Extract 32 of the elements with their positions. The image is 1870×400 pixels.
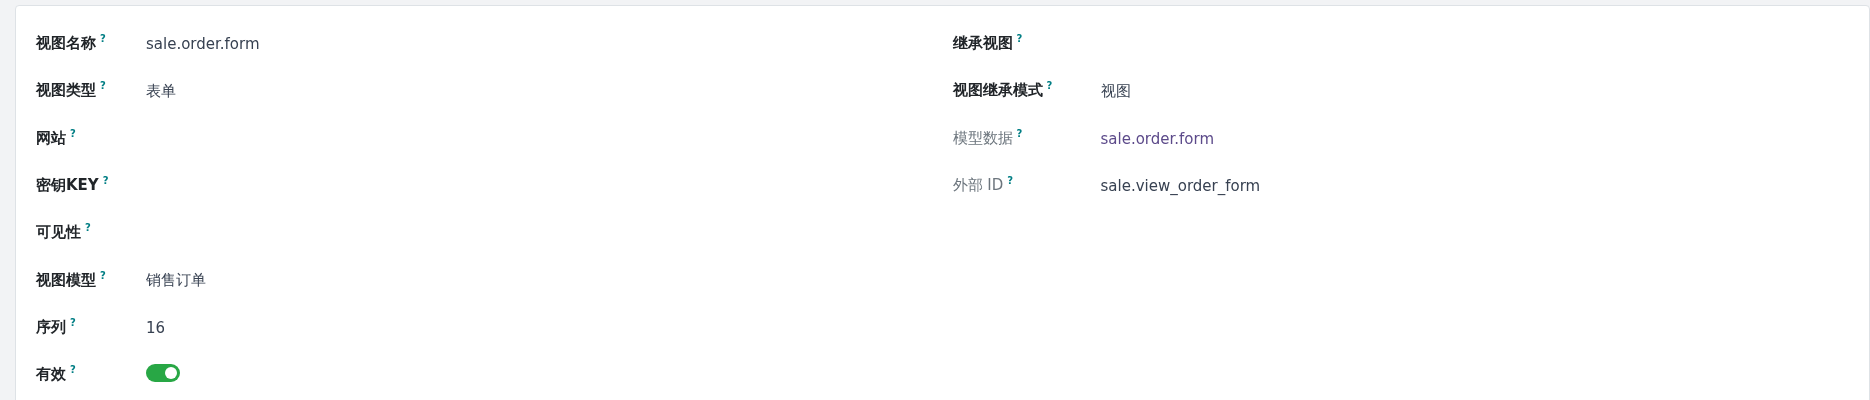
field-label: 密钥KEY xyxy=(36,176,99,196)
link[interactable]: sale.order.form xyxy=(1100,129,1215,148)
field-value: sale.view_order_form xyxy=(1100,177,1261,196)
help-tooltip[interactable]: ? xyxy=(85,223,91,234)
toggle-switch[interactable] xyxy=(146,363,180,382)
help-tooltip[interactable]: ? xyxy=(1016,128,1023,139)
help-tooltip[interactable]: ? xyxy=(1046,81,1053,92)
help-tooltip[interactable]: ? xyxy=(100,270,106,281)
field-value: sale.order.form xyxy=(146,35,260,54)
help-tooltip[interactable]: ? xyxy=(1007,176,1014,187)
help-tooltip[interactable]: ? xyxy=(102,176,109,187)
field-value: 16 xyxy=(146,318,166,337)
field-label: 视图继承模式 xyxy=(952,81,1043,101)
help-tooltip[interactable]: ? xyxy=(100,34,106,45)
field-label: 序列 xyxy=(36,317,66,337)
field-value: 表单 xyxy=(146,81,176,100)
field-label: 有效 xyxy=(36,365,66,385)
field-label: 视图名称 xyxy=(36,34,96,54)
field-label: 可见性 xyxy=(36,223,81,243)
field-value: 视图 xyxy=(1100,81,1131,100)
help-tooltip[interactable]: ? xyxy=(70,128,76,139)
field-label: 外部 ID xyxy=(952,176,1004,196)
field-label: 模型数据 xyxy=(952,128,1013,148)
help-tooltip[interactable]: ? xyxy=(100,81,106,92)
field-label: 网站 xyxy=(36,128,66,148)
field-label: 视图类型 xyxy=(36,81,96,101)
help-tooltip[interactable]: ? xyxy=(70,317,76,328)
help-tooltip[interactable]: ? xyxy=(1016,34,1023,45)
field-label: 视图模型 xyxy=(36,270,96,290)
field-label: 继承视图 xyxy=(952,34,1013,54)
help-tooltip[interactable]: ? xyxy=(70,365,76,376)
field-value: 销售订单 xyxy=(146,271,206,290)
